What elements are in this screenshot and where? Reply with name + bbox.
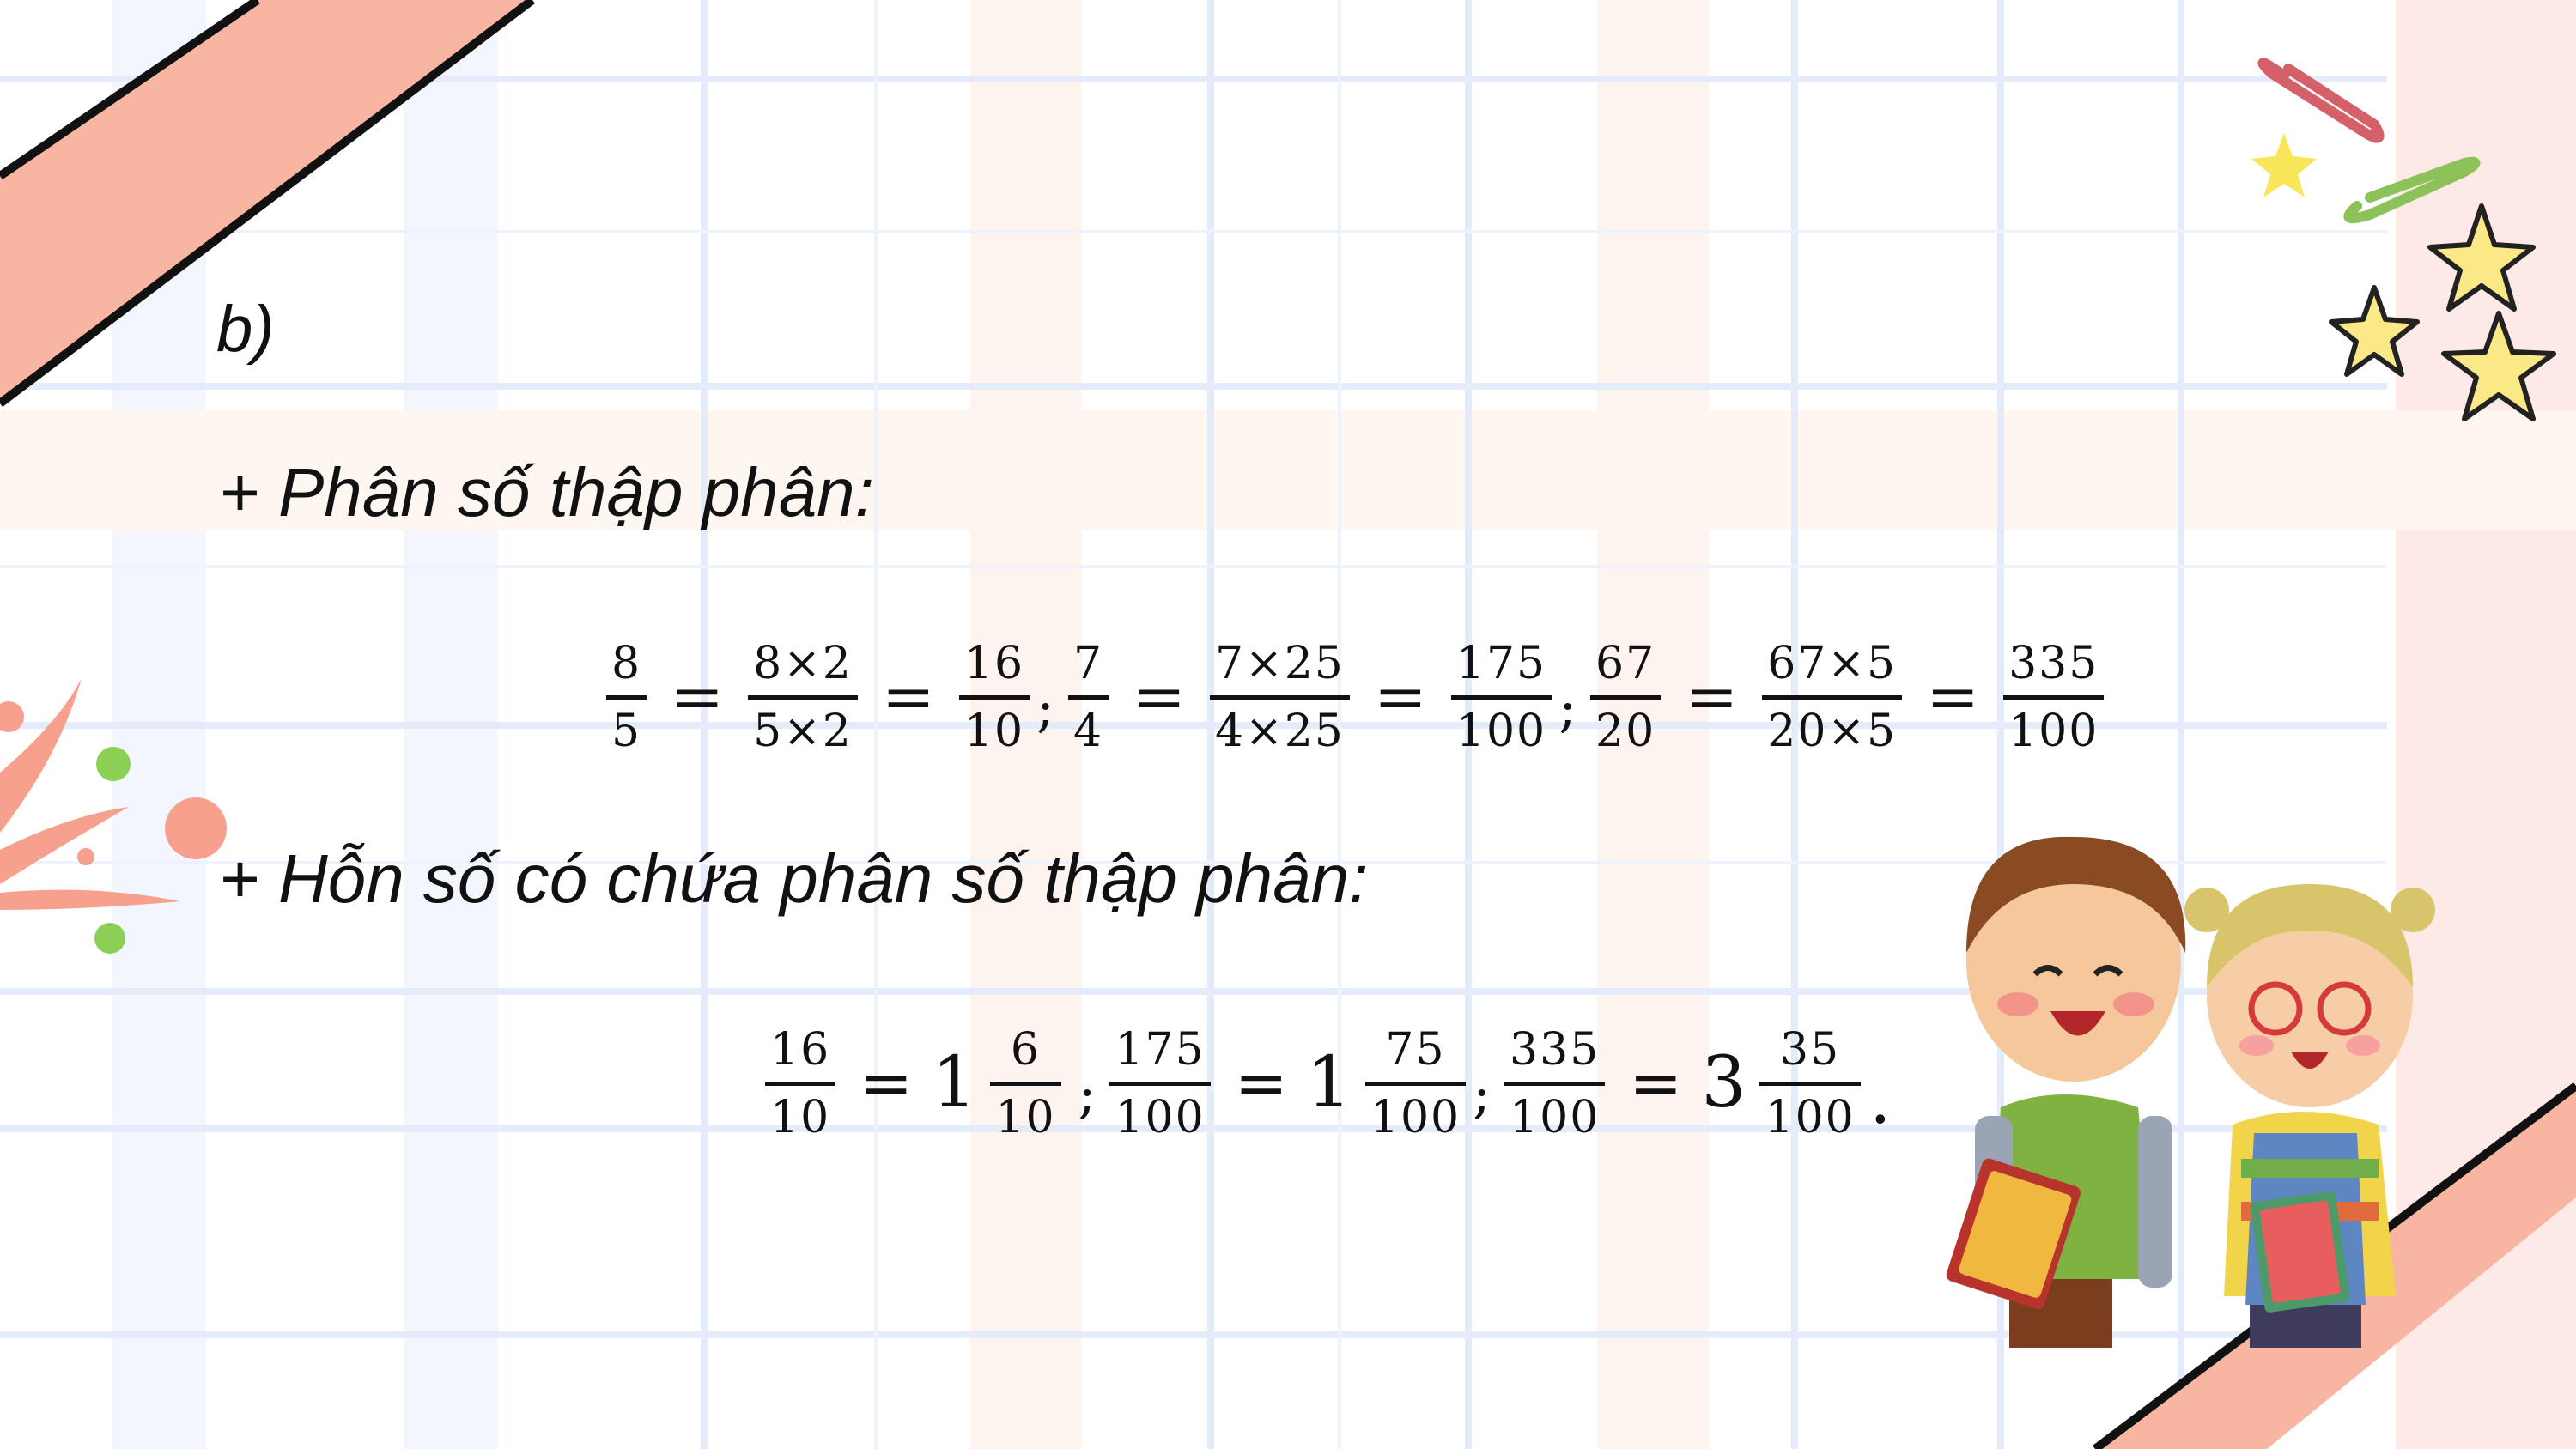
whole-part: 1 bbox=[1306, 1042, 1352, 1124]
separator: ; bbox=[1036, 676, 1054, 739]
fraction: 335 100 bbox=[1504, 1023, 1606, 1144]
whole-part: 1 bbox=[932, 1042, 977, 1124]
equals-sign: = bbox=[860, 1046, 914, 1120]
fraction: 67 20 bbox=[1590, 637, 1662, 758]
equation-row-mixed-numbers: 16 10 = 1 6 10 ; 175 100 = 1 75 100 ; 33… bbox=[760, 997, 1892, 1169]
equals-sign: = bbox=[1234, 1046, 1288, 1120]
part-label: b) bbox=[216, 293, 275, 366]
fraction: 16 10 bbox=[958, 637, 1030, 758]
fraction: 16 10 bbox=[765, 1023, 836, 1144]
fraction: 7 4 bbox=[1067, 637, 1109, 758]
fraction: 175 100 bbox=[1109, 1023, 1211, 1144]
equals-sign: = bbox=[1373, 660, 1427, 734]
heading-mixed-numbers: + Hỗn số có chứa phân số thập phân: bbox=[219, 840, 1369, 917]
fraction: 6 10 bbox=[990, 1023, 1061, 1144]
equation-row-decimal-fractions: 8 5 = 8×2 5×2 = 16 10 ; 7 4 = 7×25 4×25 … bbox=[601, 611, 2109, 783]
equals-sign: = bbox=[881, 660, 935, 734]
period: . bbox=[1868, 1058, 1892, 1140]
separator: ; bbox=[1558, 676, 1577, 739]
fraction: 7×25 4×25 bbox=[1210, 637, 1350, 758]
fraction: 8 5 bbox=[606, 637, 647, 758]
equals-sign: = bbox=[1133, 660, 1187, 734]
fraction: 67×5 20×5 bbox=[1762, 637, 1903, 758]
equals-sign: = bbox=[1926, 660, 1980, 734]
equals-sign: = bbox=[671, 660, 725, 734]
whole-part: 3 bbox=[1701, 1042, 1747, 1124]
fraction: 75 100 bbox=[1364, 1023, 1467, 1144]
fraction: 175 100 bbox=[1450, 637, 1552, 758]
separator: ; bbox=[1078, 1062, 1097, 1125]
fraction: 35 100 bbox=[1759, 1023, 1861, 1144]
kids-illustration bbox=[1946, 836, 2435, 1348]
fraction: 335 100 bbox=[2003, 637, 2105, 758]
fraction: 8×2 5×2 bbox=[748, 637, 858, 758]
heading-decimal-fractions: + Phân số thập phân: bbox=[219, 454, 874, 530]
equals-sign: = bbox=[1685, 660, 1739, 734]
separator: ; bbox=[1473, 1062, 1492, 1125]
equals-sign: = bbox=[1629, 1046, 1683, 1120]
